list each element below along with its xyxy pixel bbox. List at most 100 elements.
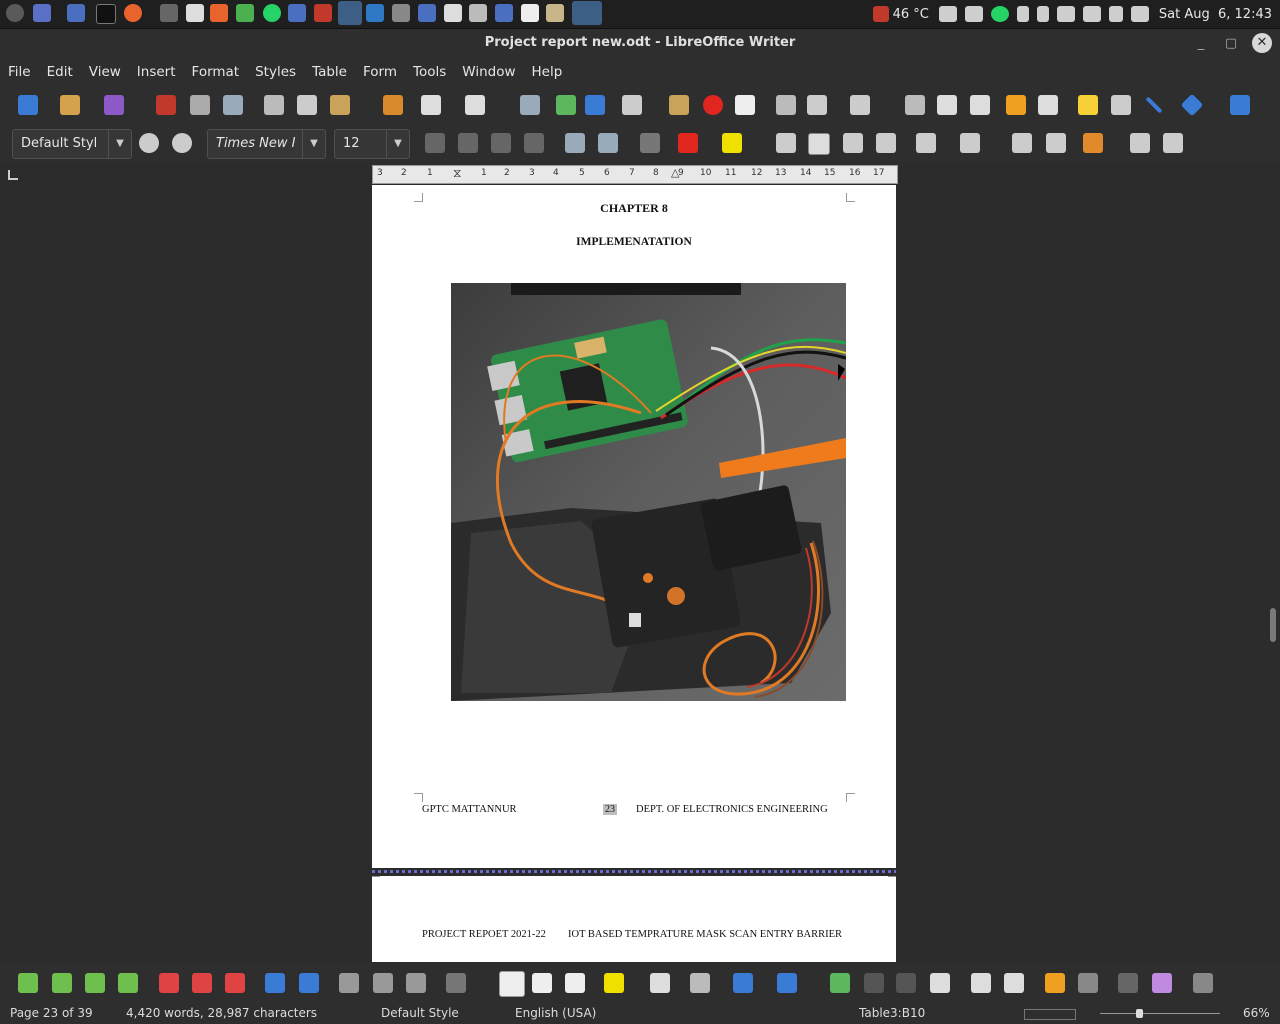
menu-format[interactable]: Format <box>184 64 248 80</box>
firefox-icon[interactable] <box>124 4 142 22</box>
number-format-currency-icon[interactable] <box>830 973 850 993</box>
right-indent-marker-icon[interactable]: △ <box>671 166 679 179</box>
optimize-size-icon[interactable] <box>406 973 426 993</box>
page-break-icon[interactable] <box>776 95 796 115</box>
document-page-next[interactable]: PROJECT REPOET 2021-22 IOT BASED TEMPRAT… <box>372 876 896 962</box>
bold-icon[interactable] <box>425 133 445 153</box>
insert-image-icon[interactable] <box>669 95 689 115</box>
whatsapp-tray-icon[interactable] <box>990 6 1009 22</box>
align-left-icon[interactable] <box>776 133 796 153</box>
taskbar-folder2-icon[interactable] <box>418 4 436 22</box>
redo-icon[interactable] <box>465 95 485 115</box>
maximize-icon[interactable]: ▢ <box>1222 35 1240 53</box>
view-layout-icon[interactable] <box>1024 1009 1076 1020</box>
menu-window[interactable]: Window <box>454 64 523 80</box>
taskbar-calc-icon[interactable] <box>236 4 254 22</box>
subscript-icon[interactable] <box>598 133 618 153</box>
indent-marker-icon[interactable]: ⧖ <box>453 166 461 181</box>
track-changes-icon[interactable] <box>1111 95 1131 115</box>
undo-icon[interactable] <box>421 95 441 115</box>
border-style-icon[interactable] <box>733 973 753 993</box>
wifi-icon[interactable] <box>1082 6 1101 22</box>
chevron-down-icon[interactable]: ▼ <box>386 130 409 158</box>
battery-icon[interactable] <box>1036 6 1049 22</box>
autoformat-icon[interactable] <box>650 973 670 993</box>
align-center-vertical-icon[interactable] <box>532 973 552 993</box>
menu-form[interactable]: Form <box>355 64 405 80</box>
horizontal-ruler[interactable]: 3 2 1 1 2 3 4 5 6 7 8 9 10 11 12 13 14 1… <box>372 165 898 184</box>
language[interactable]: English (USA) <box>515 1006 596 1020</box>
special-character-icon[interactable] <box>850 95 870 115</box>
spelling-icon[interactable] <box>556 95 576 115</box>
vertical-scrollbar[interactable] <box>1270 608 1276 642</box>
menu-styles[interactable]: Styles <box>247 64 304 80</box>
bullet-list-icon[interactable] <box>916 133 936 153</box>
page-count[interactable]: Page 23 of 39 <box>10 1006 93 1020</box>
delete-columns-icon[interactable] <box>192 973 212 993</box>
clone-formatting-icon[interactable] <box>383 95 403 115</box>
keyboard-icon[interactable] <box>964 6 983 22</box>
highlight-color-icon[interactable] <box>722 133 742 153</box>
split-cells-icon[interactable] <box>373 973 393 993</box>
increase-indent-icon[interactable] <box>1012 133 1032 153</box>
font-name-select[interactable]: Times New I ▼ <box>207 129 326 159</box>
insert-field-icon[interactable] <box>807 95 827 115</box>
align-top-icon[interactable] <box>499 971 525 997</box>
taskbar-folder3-icon[interactable] <box>495 4 513 22</box>
taskbar-pdf-icon[interactable] <box>314 4 332 22</box>
export-pdf-icon[interactable] <box>156 95 176 115</box>
taskbar-text-icon[interactable] <box>444 4 462 22</box>
terminal-icon[interactable] <box>96 4 116 24</box>
delete-rows-icon[interactable] <box>159 973 179 993</box>
merge-cells-icon[interactable] <box>339 973 359 993</box>
align-right-icon[interactable] <box>843 133 863 153</box>
select-cell-icon[interactable] <box>265 973 285 993</box>
paragraph-spacing-icon[interactable] <box>1130 133 1150 153</box>
line-spacing-icon[interactable] <box>1083 133 1103 153</box>
menu-tools[interactable]: Tools <box>405 64 454 80</box>
taskbar-active-window-icon[interactable] <box>572 1 602 25</box>
align-center-icon[interactable] <box>808 133 830 155</box>
zoom-level[interactable]: 66% <box>1243 1006 1270 1020</box>
taskbar-file-icon[interactable] <box>521 4 539 22</box>
superscript-icon[interactable] <box>565 133 585 153</box>
cell-background-icon[interactable] <box>604 973 624 993</box>
table-from-text-icon[interactable] <box>1045 973 1065 993</box>
underline-icon[interactable] <box>491 133 511 153</box>
taskbar-music-icon[interactable] <box>392 4 410 22</box>
taskbar-writer-icon[interactable] <box>338 1 362 25</box>
insert-textbox-icon[interactable] <box>735 95 755 115</box>
chevron-down-icon[interactable]: ▼ <box>302 130 325 158</box>
zoom-slider-handle[interactable] <box>1136 1009 1143 1018</box>
paragraph-style-select[interactable]: Default Styl ▼ <box>12 129 132 159</box>
find-replace-icon[interactable] <box>520 95 540 115</box>
page-style[interactable]: Default Style <box>381 1006 459 1020</box>
tab-stop-icon[interactable] <box>8 170 18 180</box>
update-style-icon[interactable] <box>139 133 159 153</box>
number-format-percent-icon[interactable] <box>864 973 884 993</box>
line-icon[interactable] <box>1145 96 1163 114</box>
draw-functions-icon[interactable] <box>1230 95 1250 115</box>
taskbar-archive-icon[interactable] <box>546 4 564 22</box>
whatsapp-icon[interactable] <box>263 4 281 22</box>
new-style-icon[interactable] <box>172 133 192 153</box>
hyperlink-icon[interactable] <box>905 95 925 115</box>
word-count[interactable]: 4,420 words, 28,987 characters <box>126 1006 317 1020</box>
numbered-list-icon[interactable] <box>960 133 980 153</box>
print-preview-icon[interactable] <box>223 95 243 115</box>
chevron-down-icon[interactable]: ▼ <box>108 130 131 158</box>
shapes-icon[interactable] <box>1180 93 1204 117</box>
folder-icon[interactable] <box>67 4 85 22</box>
formatting-marks-icon[interactable] <box>585 95 605 115</box>
italic-icon[interactable] <box>458 133 478 153</box>
menu-insert[interactable]: Insert <box>129 64 184 80</box>
insert-columns-icon[interactable] <box>118 973 138 993</box>
delete-table-icon[interactable] <box>225 973 245 993</box>
insert-caption-icon[interactable] <box>971 973 991 993</box>
cut-icon[interactable] <box>264 95 284 115</box>
menu-table[interactable]: Table <box>304 64 355 80</box>
align-bottom-icon[interactable] <box>565 973 585 993</box>
zoom-slider[interactable] <box>1100 1013 1220 1014</box>
clear-formatting-icon[interactable] <box>640 133 660 153</box>
paragraph-dialog-icon[interactable] <box>1163 133 1183 153</box>
